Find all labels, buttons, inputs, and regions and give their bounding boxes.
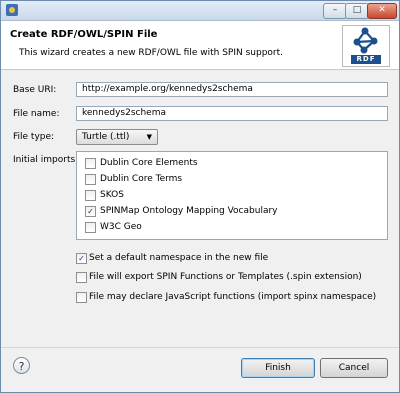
option-label: File may declare JavaScript functions (i… [89, 292, 377, 302]
import-label: Dublin Core Elements [100, 158, 198, 168]
file-name-field[interactable]: kennedys2schema [76, 106, 388, 121]
base-uri-field[interactable]: http://example.org/kennedys2schema [76, 82, 388, 97]
option-checkbox[interactable] [76, 272, 87, 283]
maximize-button[interactable]: □ [345, 3, 369, 19]
cancel-button[interactable]: Cancel [320, 358, 388, 378]
option-label: File will export SPIN Functions or Templ… [89, 272, 362, 282]
footer-divider [1, 347, 399, 348]
import-label: Dublin Core Terms [100, 174, 183, 184]
file-type-select[interactable]: Turtle (.ttl) ▼ [76, 129, 158, 145]
import-checkbox[interactable]: ✓ [85, 206, 96, 217]
import-label: W3C Geo [100, 222, 142, 232]
import-label: SPINMap Ontology Mapping Vocabulary [100, 206, 278, 216]
help-icon[interactable]: ? [13, 357, 30, 374]
file-type-label: File type: [13, 132, 55, 142]
close-button[interactable]: ✕ [367, 3, 397, 19]
option-label: Set a default namespace in the new file [89, 253, 269, 263]
minimize-button[interactable]: – [323, 3, 347, 19]
wizard-description: This wizard creates a new RDF/OWL file w… [19, 48, 284, 58]
wizard-window: – □ ✕ Create RDF/OWL/SPIN File This wiza… [0, 0, 400, 393]
option-checkbox[interactable]: ✓ [76, 253, 87, 264]
finish-button[interactable]: Finish [241, 358, 315, 378]
title-bar: – □ ✕ [1, 1, 399, 21]
base-uri-label: Base URI: [13, 85, 57, 95]
import-checkbox[interactable] [85, 158, 96, 169]
file-type-value: Turtle (.ttl) [82, 132, 130, 142]
imports-list: Dublin Core Elements Dublin Core Terms S… [76, 151, 388, 240]
initial-imports-label: Initial imports: [13, 155, 79, 165]
wizard-header: Create RDF/OWL/SPIN File This wizard cre… [1, 21, 399, 70]
rdf-logo-icon: RDF [342, 25, 390, 67]
option-checkbox[interactable] [76, 292, 87, 303]
import-checkbox[interactable] [85, 222, 96, 233]
file-name-label: File name: [13, 109, 60, 119]
app-icon [6, 4, 18, 16]
import-checkbox[interactable] [85, 190, 96, 201]
wizard-title: Create RDF/OWL/SPIN File [10, 29, 158, 40]
rdf-logo-text: RDF [351, 55, 381, 64]
import-label: SKOS [100, 190, 124, 200]
import-checkbox[interactable] [85, 174, 96, 185]
dropdown-arrow-icon: ▼ [146, 133, 152, 141]
